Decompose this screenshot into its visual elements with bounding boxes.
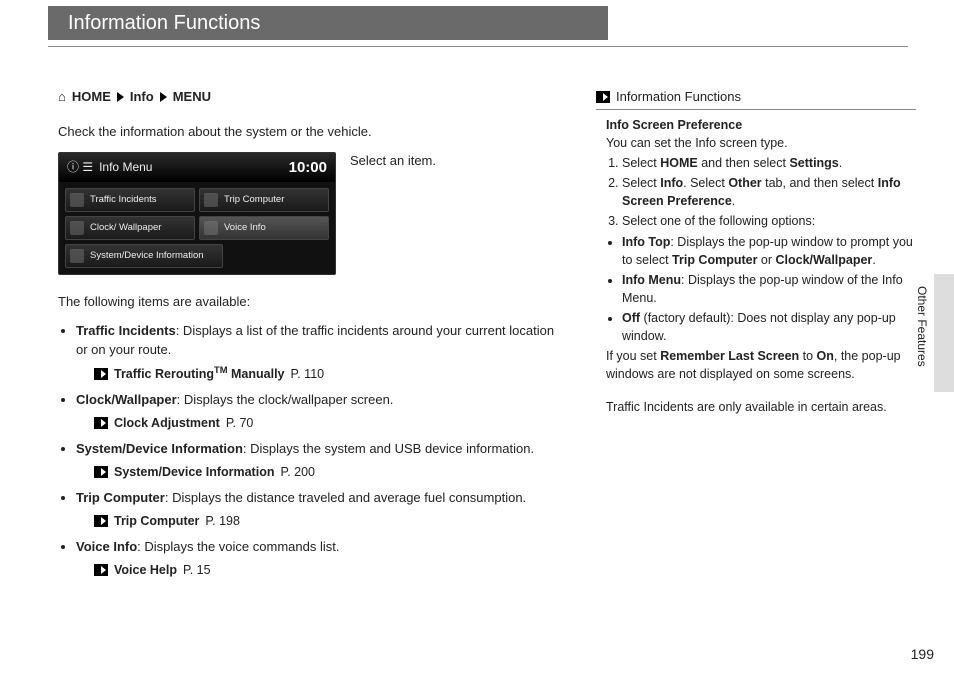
feature-clockwp: Clock/Wallpaper: Displays the clock/wall… (76, 391, 568, 432)
link-icon (596, 91, 610, 103)
xref-traffic: Traffic ReroutingTM Manually P. 110 (94, 364, 568, 383)
main-column: ⌂ HOME Info MENU Check the information a… (58, 88, 568, 587)
link-icon (94, 515, 108, 527)
sidebar-header-text: Information Functions (616, 88, 741, 107)
mic-icon (204, 221, 218, 235)
breadcrumb-home: HOME (72, 88, 111, 107)
step-1: Select HOME and then select Settings. (622, 154, 916, 172)
title-rule (48, 46, 908, 47)
opt-info-menu: Info Menu: Displays the pop-up window of… (622, 271, 916, 307)
pref-options: Info Top: Displays the pop-up window to … (606, 233, 916, 346)
fuel-icon (204, 193, 218, 207)
car-icon (70, 193, 84, 207)
note-traffic: Traffic Incidents are only available in … (606, 398, 916, 416)
feature-list: Traffic Incidents: Displays a list of th… (58, 322, 568, 579)
xref-voice: Voice Help P. 15 (94, 561, 568, 579)
breadcrumb: ⌂ HOME Info MENU (58, 88, 568, 107)
link-icon (94, 466, 108, 478)
xref-sysdev: System/Device Information P. 200 (94, 463, 568, 481)
info-icon: ⓘ ☰ (67, 159, 93, 176)
device-btn-clock: Clock/ Wallpaper (65, 216, 195, 240)
page-title-text: Information Functions (68, 9, 260, 38)
pref-intro: You can set the Info screen type. (606, 134, 916, 152)
link-icon (94, 368, 108, 380)
opt-off: Off (factory default): Does not display … (622, 309, 916, 345)
device-grid: Traffic Incidents Trip Computer Clock/ W… (59, 182, 335, 274)
step-2: Select Info. Select Other tab, and then … (622, 174, 916, 210)
sidebar-body: Info Screen Preference You can set the I… (596, 116, 916, 416)
page-number: 199 (911, 644, 934, 664)
sidebar-column: Information Functions Info Screen Prefer… (596, 88, 916, 587)
section-tab (934, 274, 954, 392)
device-btn-trip: Trip Computer (199, 188, 329, 212)
device-btn-traffic: Traffic Incidents (65, 188, 195, 212)
device-btn-voice: Voice Info (199, 216, 329, 240)
clock-icon (70, 221, 84, 235)
breadcrumb-menu: MENU (173, 88, 211, 107)
section-label: Other Features (913, 286, 930, 367)
link-icon (94, 564, 108, 576)
device-title: Info Menu (99, 159, 152, 176)
device-btn-sysdev: System/Device Information (65, 244, 223, 268)
pref-title: Info Screen Preference (606, 118, 742, 132)
page-title: Information Functions (48, 6, 608, 40)
chevron-right-icon (117, 92, 124, 102)
device-clock: 10:00 (289, 157, 327, 179)
feature-voice: Voice Info: Displays the voice commands … (76, 538, 568, 579)
home-icon: ⌂ (58, 88, 66, 107)
feature-trip: Trip Computer: Displays the distance tra… (76, 489, 568, 530)
pref-steps: Select HOME and then select Settings. Se… (606, 154, 916, 231)
note-remember: If you set Remember Last Screen to On, t… (606, 347, 916, 383)
feature-traffic: Traffic Incidents: Displays a list of th… (76, 322, 568, 383)
device-header: ⓘ ☰ Info Menu 10:00 (59, 153, 335, 183)
items-intro: The following items are available: (58, 293, 568, 312)
chevron-right-icon (160, 92, 167, 102)
step-3: Select one of the following options: (622, 212, 916, 230)
gear-icon (70, 249, 84, 263)
xref-clock: Clock Adjustment P. 70 (94, 414, 568, 432)
select-item-text: Select an item. (350, 152, 436, 276)
intro-text: Check the information about the system o… (58, 123, 568, 142)
device-screenshot: ⓘ ☰ Info Menu 10:00 Traffic Incidents Tr… (58, 152, 336, 276)
feature-sysdev: System/Device Information: Displays the … (76, 440, 568, 481)
xref-trip: Trip Computer P. 198 (94, 512, 568, 530)
opt-info-top: Info Top: Displays the pop-up window to … (622, 233, 916, 269)
sidebar-header: Information Functions (596, 88, 916, 110)
breadcrumb-info: Info (130, 88, 154, 107)
link-icon (94, 417, 108, 429)
